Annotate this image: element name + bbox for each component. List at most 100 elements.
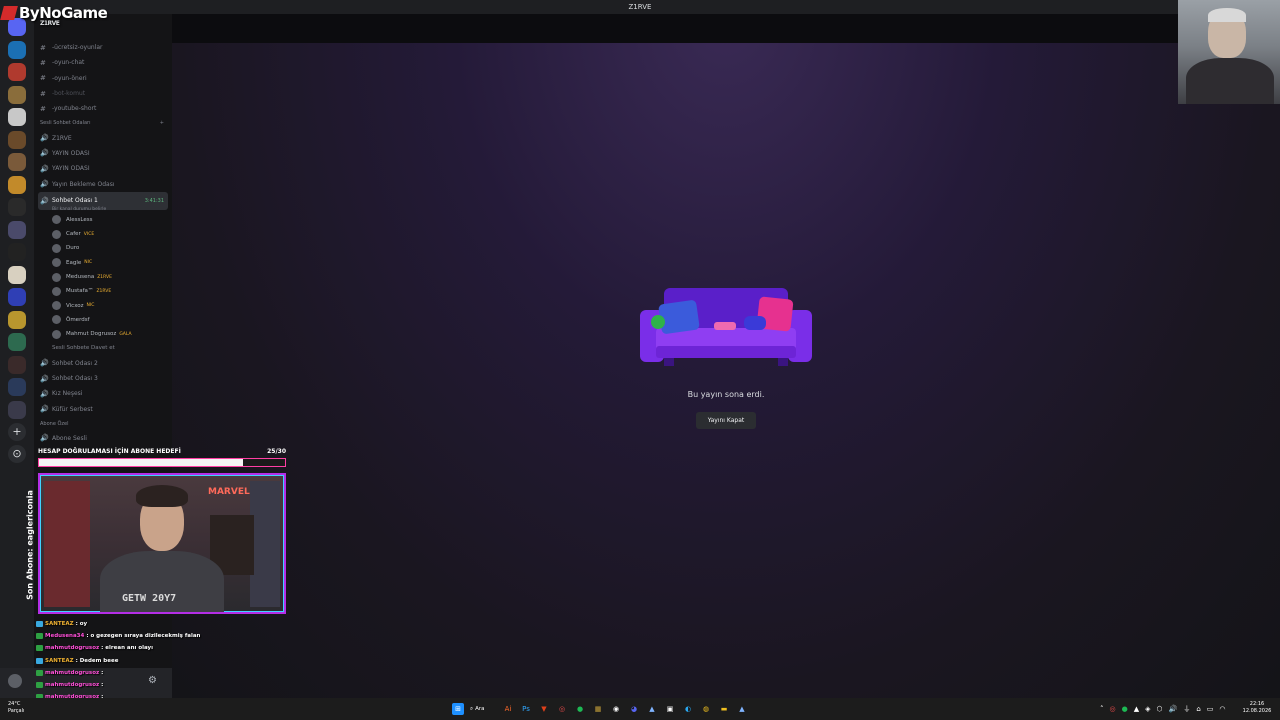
explore-servers-icon[interactable]: ⊙ xyxy=(8,445,26,463)
voice-time: 3:41:31 xyxy=(144,197,164,204)
server-icon[interactable] xyxy=(8,400,26,419)
tray-app-icon[interactable]: ◎ xyxy=(1110,705,1116,713)
speaker-icon: 🔊 xyxy=(40,196,49,205)
voice-category-header[interactable]: Sesli Sohbet Odaları + xyxy=(34,116,172,130)
close-stream-button[interactable]: Yayını Kapat xyxy=(696,412,756,429)
battery-icon[interactable]: ▭ xyxy=(1207,705,1214,713)
server-icon[interactable] xyxy=(8,108,26,126)
channel-item[interactable]: 🔊 Sohbet Odası 2 xyxy=(34,356,172,371)
tray-app-icon-4[interactable]: ⬡ xyxy=(1157,705,1163,713)
chat-username: SANTEAZ xyxy=(45,657,74,664)
network-icon[interactable]: ⌂ xyxy=(1196,705,1200,713)
voice-member[interactable]: Medusena Z1RVE xyxy=(34,270,172,284)
avatar[interactable] xyxy=(8,674,22,688)
server-icon[interactable] xyxy=(8,265,26,284)
server-icon[interactable] xyxy=(8,175,26,194)
voice-member[interactable]: Duro xyxy=(34,241,172,255)
channel-item[interactable]: # -ücretsiz-oyunlar xyxy=(34,40,172,55)
tray-app-icon-2[interactable]: ▲ xyxy=(1134,705,1139,713)
bynogame-logo: ByNoGame Z1RVE xyxy=(0,4,108,27)
windows-start-icon[interactable]: ⊞ xyxy=(452,703,464,715)
chat-badge-icon xyxy=(36,645,43,652)
channel-item[interactable]: # -oyun-chat xyxy=(34,55,172,70)
chat-text: oy xyxy=(79,621,88,628)
server-icon[interactable] xyxy=(8,355,26,374)
taskbar-clock[interactable]: 22:16 12.08.2026 xyxy=(1238,701,1276,715)
server-icon[interactable] xyxy=(8,85,26,104)
member-name: Vicxoz xyxy=(66,302,84,309)
chevron-up-icon[interactable]: ˄ xyxy=(1100,705,1104,713)
server-icon[interactable] xyxy=(8,310,26,329)
discord-icon[interactable]: ◕ xyxy=(628,703,640,715)
last-sub-banner: Son Abone: eaglericonia xyxy=(22,478,38,612)
channel-item[interactable]: 🔊 YAYIN ODASI xyxy=(34,161,172,176)
member-tag: NIC xyxy=(84,260,93,266)
channel-label: -ücretsiz-oyunlar xyxy=(52,44,103,52)
add-server-icon[interactable]: + xyxy=(8,423,26,441)
taskbar-search[interactable]: ⌕ Ara xyxy=(470,706,496,713)
invite-to-voice[interactable]: Sesli Sohbete Davet et xyxy=(34,341,172,355)
channel-item[interactable]: # -bot-komut xyxy=(34,86,172,101)
folder-icon[interactable]: ▬ xyxy=(718,703,730,715)
avatar xyxy=(52,315,61,325)
private-category-header[interactable]: Abone Özel xyxy=(34,417,172,431)
voice-member[interactable]: Ömerdsf xyxy=(34,313,172,327)
channel-item[interactable]: 🔊 Z1RVE xyxy=(34,130,172,145)
channel-item[interactable]: 🔊 Küfür Serbest xyxy=(34,402,172,417)
volume-icon[interactable]: 🔊 xyxy=(1169,705,1178,713)
member-tag: NIC xyxy=(86,303,95,309)
server-icon[interactable] xyxy=(8,333,26,351)
voice-member[interactable]: Cafer VICE xyxy=(34,227,172,241)
channel-item[interactable]: 🔊 YAYIN ODASI xyxy=(34,146,172,161)
chrome-icon[interactable]: ◍ xyxy=(700,703,712,715)
server-icon[interactable] xyxy=(8,63,26,81)
file-explorer-icon[interactable]: ▦ xyxy=(592,703,604,715)
edge-icon[interactable]: ◐ xyxy=(682,703,694,715)
empty-couch-illustration xyxy=(640,288,812,366)
voice-member[interactable]: Vicxoz NIC xyxy=(34,298,172,312)
server-icon[interactable] xyxy=(8,40,26,59)
tray-app-icon-3[interactable]: ◈ xyxy=(1145,705,1150,713)
server-icon[interactable] xyxy=(8,288,26,306)
spotify-icon[interactable]: ● xyxy=(574,703,586,715)
channel-item[interactable]: 🔊 Sohbet Odası 3 xyxy=(34,371,172,386)
channel-item[interactable]: 🔊 Yayın Bekleme Odası xyxy=(34,176,172,191)
chat-username: mahmutdogrusoz xyxy=(45,645,100,652)
wifi-icon[interactable]: ◠ xyxy=(1219,705,1225,713)
hash-icon: # xyxy=(40,58,46,67)
private-voice-channel[interactable]: 🔊 Abone Sesli xyxy=(34,431,172,446)
chat-separator: : xyxy=(101,682,106,689)
steam-icon-2[interactable]: ▲ xyxy=(736,703,748,715)
steam-icon[interactable]: ▲ xyxy=(646,703,658,715)
server-icon[interactable] xyxy=(8,153,26,171)
voice-member[interactable]: AlessLess xyxy=(34,213,172,227)
channel-label: Küfür Serbest xyxy=(52,405,93,413)
illustrator-icon[interactable]: Ai xyxy=(502,703,514,715)
voice-member[interactable]: Mahmut Dogrusoz GALA xyxy=(34,327,172,341)
voice-member[interactable]: Mustafa™ Z1RVE xyxy=(34,284,172,298)
server-icon[interactable] xyxy=(8,378,26,396)
channel-item[interactable]: # -youtube-short xyxy=(34,101,172,116)
brave-icon[interactable]: ▼ xyxy=(538,703,550,715)
taskbar: 24°C Parçalı ⊞ ⌕ Ara Ai Ps ▼ ◎ ● ▦ ◉ ◕ ▲… xyxy=(0,698,1280,720)
server-icon[interactable] xyxy=(8,130,26,149)
server-icon[interactable] xyxy=(8,220,26,239)
app-icon[interactable]: ▣ xyxy=(664,703,676,715)
search-label: Ara xyxy=(475,706,485,712)
clock-time: 22:16 xyxy=(1249,701,1265,707)
opera-icon[interactable]: ◎ xyxy=(556,703,568,715)
channel-item[interactable]: # -oyun-önerі xyxy=(34,71,172,86)
microphone-icon[interactable]: ⏚ xyxy=(1183,704,1190,714)
avatar xyxy=(52,215,61,225)
server-icon[interactable] xyxy=(8,198,26,216)
channel-item[interactable]: 🔊 Kız Neşesi xyxy=(34,386,172,401)
add-channel-icon[interactable]: + xyxy=(160,120,164,126)
obs-icon[interactable]: ◉ xyxy=(610,703,622,715)
photoshop-icon[interactable]: Ps xyxy=(520,703,532,715)
channel-label: Z1RVE xyxy=(52,134,72,142)
server-icon[interactable] xyxy=(8,243,26,261)
weather-widget[interactable]: 24°C Parçalı xyxy=(8,701,24,715)
tray-spotify-icon[interactable]: ● xyxy=(1122,705,1128,713)
voice-member[interactable]: Eagle NIC xyxy=(34,256,172,270)
last-sub-text: Son Abone: eaglericonia xyxy=(25,490,35,600)
